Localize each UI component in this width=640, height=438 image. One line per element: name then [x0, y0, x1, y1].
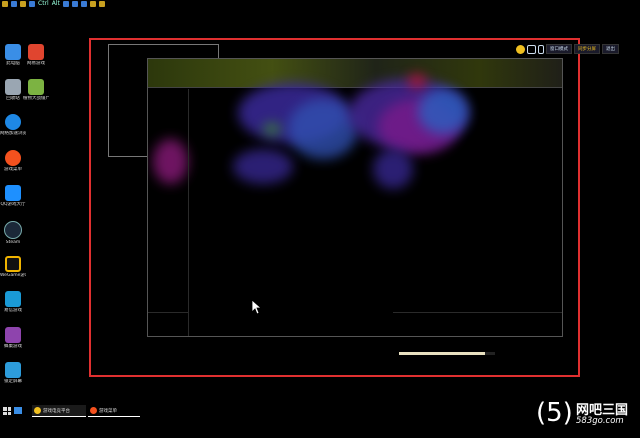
desktop-icon-game-menu[interactable]: 游戏菜单 — [0, 150, 26, 172]
watermark-url: 583go.com — [576, 416, 624, 426]
yixin-icon — [5, 291, 21, 307]
desktop-icon-label: 锁定屏幕 — [4, 379, 22, 384]
avatar-icon[interactable] — [516, 44, 525, 54]
windows-start-icon[interactable] — [3, 407, 11, 415]
desktop-icon-qq[interactable]: QQ游戏大厅 — [0, 185, 26, 207]
taskbar-item-label: 游戏菜单 — [99, 408, 117, 414]
computer-icon — [5, 44, 21, 60]
progress-bar — [399, 352, 495, 355]
browser-icon — [5, 114, 21, 130]
taskbar-item-game-menu[interactable]: 游戏菜单 — [88, 405, 140, 417]
desktop-icon-label: QQ游戏大厅 — [0, 202, 26, 207]
desktop-icon-label: WeGame游戏平台 — [0, 273, 26, 278]
desktop-icon-wegame[interactable]: WeGame游戏平台 — [0, 256, 26, 278]
toolbar-icon[interactable] — [11, 0, 17, 7]
top-toolbar: Ctrl Alt — [0, 0, 202, 7]
search-icon[interactable] — [89, 0, 96, 7]
toolbar-icon[interactable] — [29, 0, 35, 7]
alt-key-label[interactable]: Alt — [52, 0, 60, 7]
zoom-icon[interactable] — [71, 0, 78, 7]
desktop-icon-pvz[interactable]: 植物大战僵尸 — [23, 79, 49, 101]
desktop-icon-label: 蜂巢游戏 — [4, 344, 22, 349]
steam-icon — [4, 221, 22, 239]
watermark: (5) 网吧三国 583go.com — [536, 398, 640, 434]
screen-icon[interactable] — [527, 44, 536, 54]
exit-button[interactable]: 退出 — [602, 44, 619, 54]
qq-icon — [5, 185, 21, 201]
toolbar-icon[interactable] — [20, 0, 26, 7]
desktop-icon-browser[interactable]: 网络加速浏览器 — [0, 114, 26, 136]
desktop-icon-hive[interactable]: 蜂巢游戏 — [0, 327, 26, 349]
zoom-icon[interactable] — [80, 0, 87, 7]
wegame-icon — [5, 256, 21, 272]
desktop-icon-label: 植物大战僵尸 — [23, 96, 49, 101]
game-menu-icon — [5, 150, 21, 166]
lock-icon — [5, 362, 21, 378]
desktop-icon-steam[interactable]: Steam — [0, 221, 26, 245]
recycle-bin-icon — [5, 79, 21, 95]
desktop-shortcut-icon[interactable] — [14, 407, 22, 414]
taskbar-item-label: 游戏电竞平台 — [43, 408, 70, 414]
ctrl-key-label[interactable]: Ctrl — [38, 0, 49, 7]
game-platform-icon — [28, 44, 44, 60]
game-menu-icon — [90, 407, 97, 414]
desktop-icon-label: 易信游戏 — [4, 308, 22, 313]
capture-region-frame[interactable] — [89, 38, 580, 377]
picture-icon[interactable] — [98, 0, 105, 7]
hive-game-icon — [5, 327, 21, 343]
toolbar-icon[interactable] — [2, 0, 8, 7]
desktop-icon-label: 网络加速浏览器 — [0, 131, 26, 136]
desktop-icon-label: Steam — [5, 240, 21, 245]
window-mode-button[interactable]: 窗口模式 — [546, 44, 572, 54]
screen-icon[interactable] — [538, 44, 544, 54]
desktop-icon-lock[interactable]: 锁定屏幕 — [0, 362, 26, 384]
watermark-number: (5) — [536, 398, 573, 428]
sync-split-button[interactable]: 同步分屏 — [574, 44, 600, 54]
desktop-icon-label: 游戏菜单 — [4, 167, 22, 172]
desktop-icon-label: 网易游戏 — [27, 61, 45, 66]
progress-fill — [399, 352, 486, 355]
mouse-cursor-icon — [252, 300, 262, 315]
taskbar-item-game-platform[interactable]: 游戏电竞平台 — [32, 405, 86, 417]
desktop-icon-yixin[interactable]: 易信游戏 — [0, 291, 26, 313]
zoom-icon[interactable] — [62, 0, 69, 7]
plants-vs-zombies-icon — [28, 79, 44, 95]
desktop-icon-game-platform[interactable]: 网易游戏 — [23, 44, 49, 66]
game-platform-icon — [34, 407, 41, 414]
overlay-toolbar: 窗口模式 同步分屏 退出 — [516, 43, 619, 55]
